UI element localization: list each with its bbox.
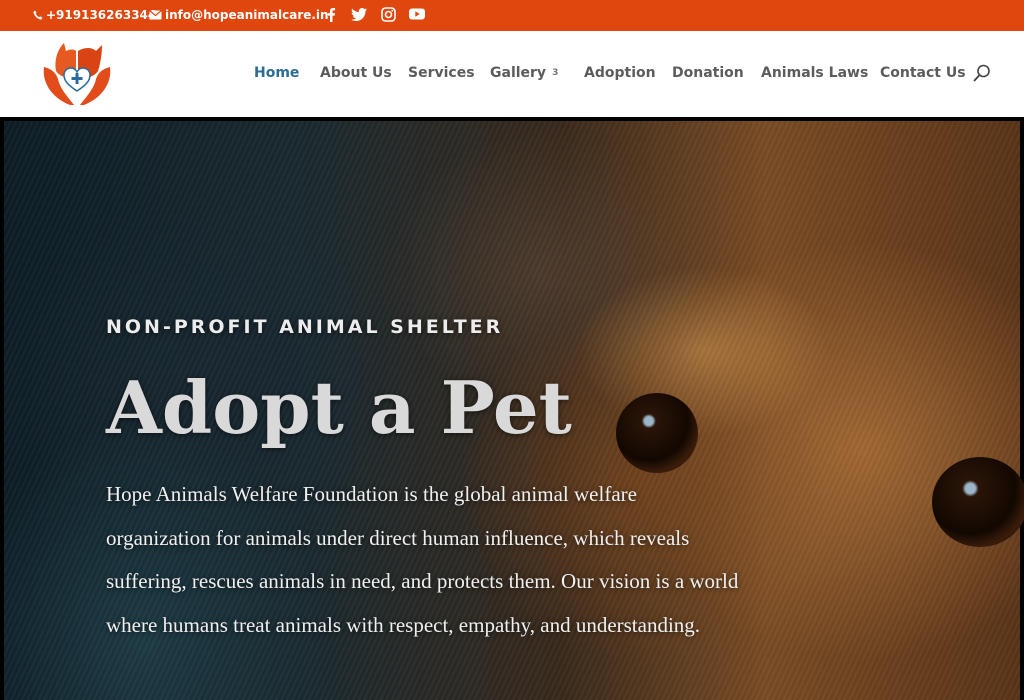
nav-adoption-label: Adoption — [584, 65, 656, 81]
nav-home-label: Home — [254, 65, 300, 81]
email-link[interactable]: info@hopeanimalcare.in — [149, 8, 329, 22]
twitter-icon[interactable] — [351, 6, 367, 22]
dog-eye-right — [932, 457, 1024, 547]
nav-donation-label: Donation — [672, 65, 744, 81]
nav-contact-us-label: Contact Us — [880, 65, 966, 81]
instagram-icon[interactable] — [380, 6, 396, 22]
nav-animals-laws-label: Animals Laws — [761, 65, 869, 81]
hero-kicker: NON-PROFIT ANIMAL SHELTER — [106, 316, 504, 338]
top-bar: +919136263344 info@hopeanimalcare.in — [0, 0, 1024, 31]
phone-icon — [33, 10, 43, 20]
nav-services[interactable]: Services — [408, 65, 475, 81]
phone-number: +919136263344 — [46, 8, 157, 22]
dog-eye-left — [616, 393, 698, 473]
nav-animals-laws[interactable]: Animals Laws — [761, 65, 868, 81]
site-header: Home About Us Services Gallery 3 Adoptio… — [0, 31, 1024, 117]
nav-about-us-label: About Us — [320, 65, 392, 81]
hero-title: Adopt a Pet — [106, 365, 572, 450]
nav-about-us[interactable]: About Us — [320, 65, 392, 81]
chevron-down-icon: 3 — [552, 68, 559, 78]
youtube-icon[interactable] — [409, 6, 425, 22]
nav-home[interactable]: Home — [254, 65, 299, 81]
hero-section: NON-PROFIT ANIMAL SHELTER Adopt a Pet Ho… — [0, 117, 1024, 700]
site-logo[interactable] — [40, 37, 114, 109]
email-address: info@hopeanimalcare.in — [165, 8, 329, 22]
nav-gallery[interactable]: Gallery 3 — [490, 65, 558, 81]
nav-services-label: Services — [408, 65, 475, 81]
nav-contact-us[interactable]: Contact Us — [880, 65, 966, 81]
nav-adoption[interactable]: Adoption — [584, 65, 656, 81]
facebook-icon[interactable] — [323, 6, 339, 22]
hero-description: Hope Animals Welfare Foundation is the g… — [106, 482, 739, 637]
envelope-icon — [149, 10, 162, 20]
nav-gallery-label: Gallery — [490, 65, 547, 81]
nav-donation[interactable]: Donation — [672, 65, 744, 81]
phone-link[interactable]: +919136263344 — [33, 8, 156, 22]
search-icon — [973, 64, 990, 82]
search-button[interactable] — [973, 64, 995, 86]
